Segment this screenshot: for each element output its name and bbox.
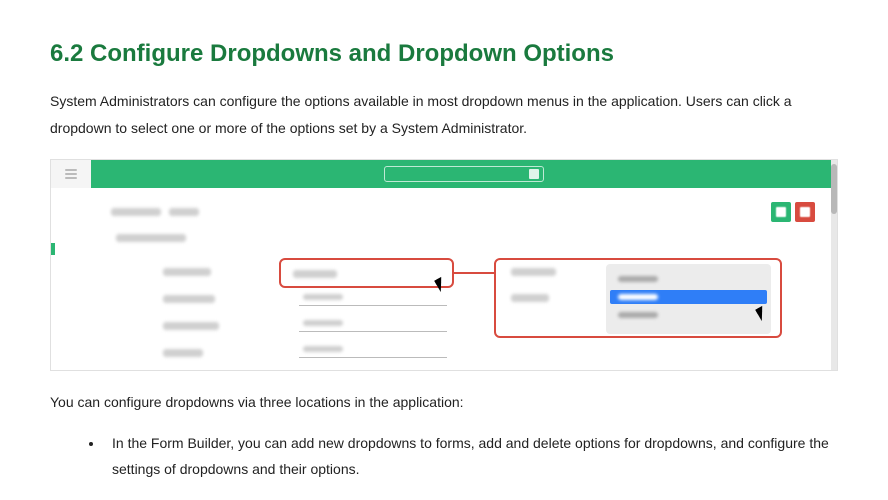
confirm-icon <box>771 202 791 222</box>
input-placeholder <box>299 340 447 358</box>
dropdown-option <box>614 272 763 286</box>
zoom-labels <box>511 268 556 302</box>
figure-greenbar <box>91 160 837 188</box>
input-placeholder <box>299 288 447 306</box>
cancel-icon <box>795 202 815 222</box>
menu-corner <box>51 160 91 188</box>
search-box-placeholder <box>384 166 544 182</box>
field-inputs-col <box>299 288 447 358</box>
hamburger-icon <box>65 169 77 179</box>
input-placeholder <box>299 314 447 332</box>
dropdown-option <box>614 308 763 322</box>
bullet-list: In the Form Builder, you can add new dro… <box>50 430 838 483</box>
dropdown-option-selected <box>610 290 767 304</box>
screenshot-figure <box>50 159 838 371</box>
callout-connector <box>454 272 494 274</box>
section-heading: 6.2 Configure Dropdowns and Dropdown Opt… <box>50 40 838 68</box>
active-tab-indicator <box>51 243 55 255</box>
figure-scrollbar <box>831 160 837 370</box>
action-buttons <box>771 202 815 222</box>
callout-text-placeholder <box>293 270 337 278</box>
side-labels <box>116 234 186 242</box>
list-intro: You can configure dropdowns via three lo… <box>50 389 838 416</box>
scroll-thumb <box>831 164 837 214</box>
intro-paragraph: System Administrators can configure the … <box>50 88 838 141</box>
search-button-icon <box>529 169 539 179</box>
breadcrumb-placeholder <box>111 208 199 216</box>
list-item: In the Form Builder, you can add new dro… <box>104 430 838 483</box>
figure-topbar <box>51 160 837 188</box>
callout-box-left <box>279 258 454 288</box>
field-labels-col <box>163 268 219 357</box>
dropdown-open <box>606 264 771 334</box>
figure-body <box>51 188 831 370</box>
